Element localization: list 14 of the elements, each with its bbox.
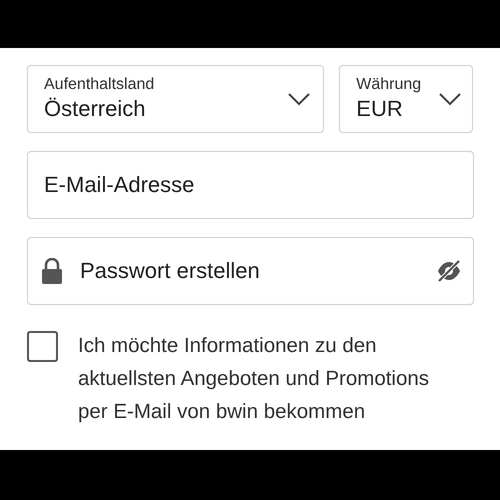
lock-icon bbox=[41, 258, 63, 284]
newsletter-label: Ich möchte Informationen zu den aktuellsten Angeboten und Promotions per E-Mail von bwin bekommen bbox=[78, 333, 430, 425]
field-value: EUR bbox=[356, 95, 404, 123]
chevron-down-icon bbox=[438, 92, 462, 106]
checkbox[interactable] bbox=[27, 331, 58, 362]
field-label: Währung bbox=[356, 75, 422, 95]
field-value: Österreich bbox=[44, 95, 146, 123]
password-field[interactable]: Passwort erstellen bbox=[27, 237, 474, 305]
eye-off-icon[interactable] bbox=[436, 259, 462, 283]
field-label: Aufenthaltsland bbox=[44, 75, 156, 95]
country-select[interactable]: Aufenthaltsland Österreich bbox=[27, 65, 324, 133]
currency-select[interactable]: Währung EUR bbox=[339, 65, 473, 133]
email-field[interactable]: E-Mail-Adresse bbox=[27, 151, 474, 219]
chevron-down-icon bbox=[287, 92, 312, 106]
